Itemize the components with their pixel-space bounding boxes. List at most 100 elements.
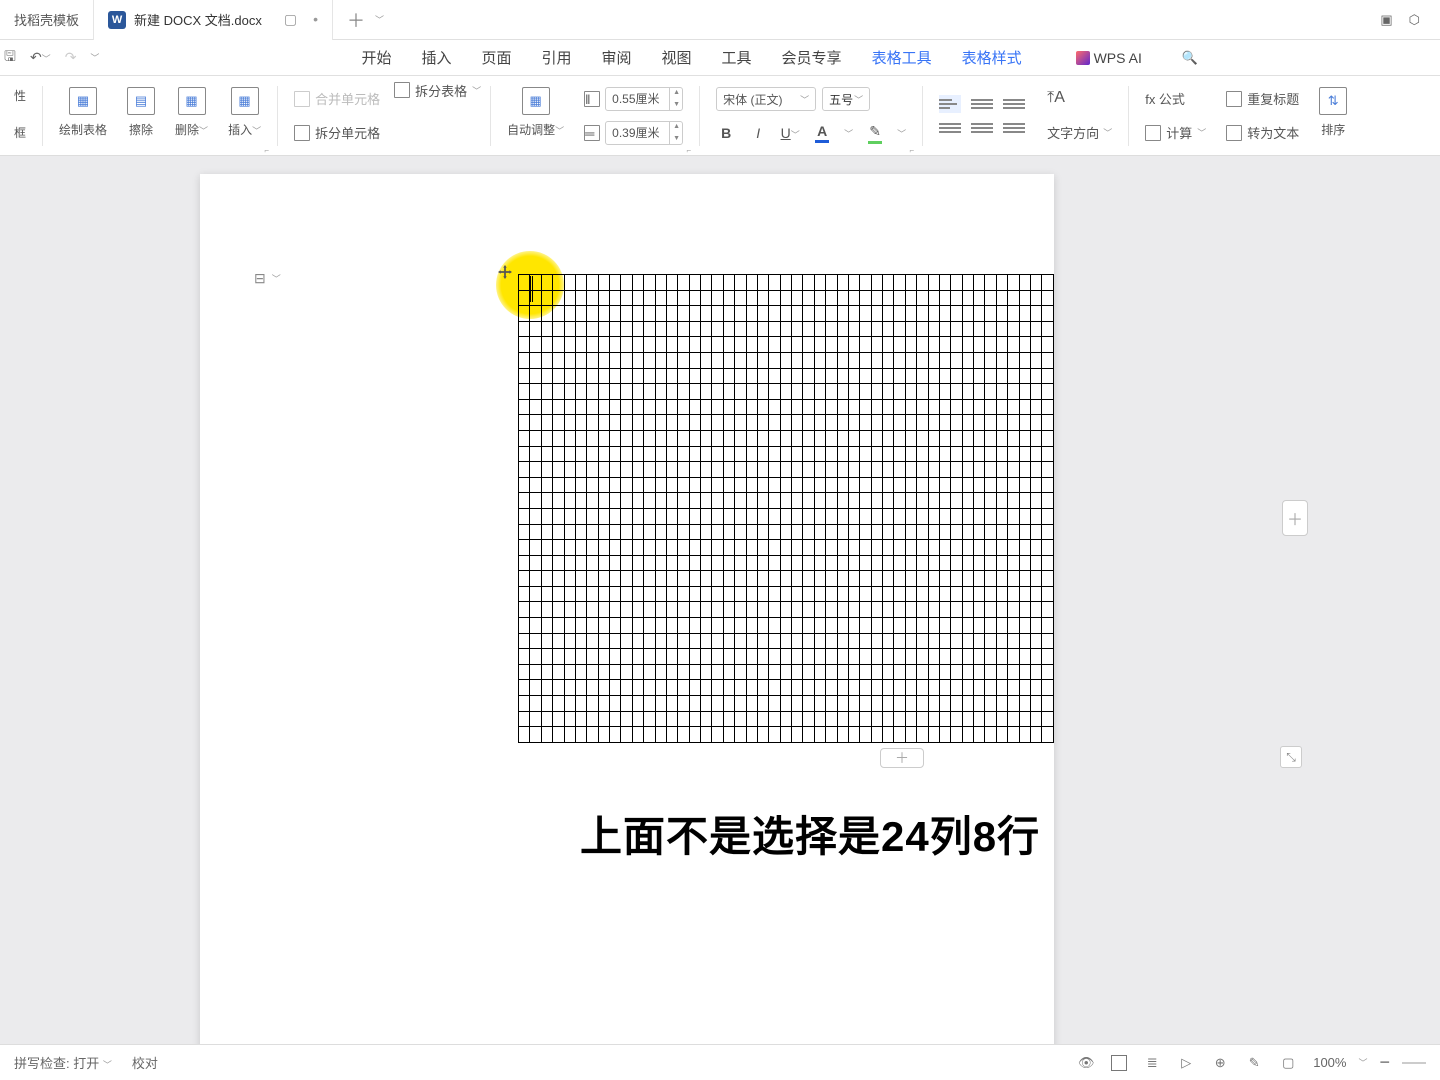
add-row-button[interactable]: ＋ xyxy=(880,748,924,768)
font-name-select[interactable]: 宋体 (正文)﹀ xyxy=(716,87,816,111)
sort-button[interactable]: ⇅ 排序 xyxy=(1309,81,1357,151)
table-resize-handle[interactable]: ⤡ xyxy=(1280,746,1302,768)
dimensions-group: ‖ 0.55厘米 ▲▼ ═ 0.39厘米 ▲▼ ⌐ xyxy=(574,81,693,151)
font-color-button[interactable]: A xyxy=(812,123,832,143)
web-view-icon[interactable]: ⊕ xyxy=(1211,1054,1229,1072)
redo-icon[interactable]: ↷ xyxy=(65,49,77,66)
tab-close-icon[interactable]: • xyxy=(313,11,318,28)
tab-templates[interactable]: 找稻壳模板 xyxy=(0,0,94,40)
align-top-center[interactable] xyxy=(971,95,993,113)
change-direction-button[interactable]: ⤒A xyxy=(1047,89,1065,107)
tab-readonly-icon[interactable]: ▢ xyxy=(284,11,297,28)
split-table-button[interactable]: 拆分表格﹀ xyxy=(394,81,481,100)
document-page[interactable]: ＋ ＋ ⤡ 上面不是选择是24列8行 xyxy=(200,174,1054,1054)
page-view-icon[interactable] xyxy=(1111,1055,1127,1071)
formula-label: fx 公式 xyxy=(1145,89,1185,108)
formula-button[interactable]: fx 公式 xyxy=(1145,89,1185,108)
zoom-chevron-icon[interactable]: ﹀ xyxy=(1358,1056,1367,1069)
text-direction-button[interactable]: 文字方向﹀ xyxy=(1047,123,1112,142)
menu-insert[interactable]: 插入 xyxy=(421,47,451,68)
eye-icon[interactable]: 👁 xyxy=(1077,1054,1095,1072)
search-icon[interactable]: 🔍 xyxy=(1182,50,1198,66)
width-down-icon[interactable]: ▼ xyxy=(669,133,683,145)
wps-ai-button[interactable]: WPS AI xyxy=(1076,50,1142,66)
qat-more-icon[interactable]: ﹀ xyxy=(90,51,99,64)
quick-access-toolbar: 🖫 ↶﹀ ↷ ﹀ 开始 插入 页面 引用 审阅 视图 工具 会员专享 表格工具 … xyxy=(0,40,1440,76)
height-down-icon[interactable]: ▼ xyxy=(669,99,683,111)
erase-button[interactable]: ▤ 擦除 xyxy=(117,81,165,151)
fit-view-icon[interactable]: ▢ xyxy=(1279,1054,1297,1072)
align-mid-center[interactable] xyxy=(971,119,993,137)
tab-document-label: 新建 DOCX 文档.docx xyxy=(134,10,262,29)
insert-button[interactable]: ▦ 插入﹀ ⌐ xyxy=(218,81,271,151)
undo-icon[interactable]: ↶﹀ xyxy=(30,49,51,66)
autofit-button[interactable]: ▦ 自动调整﹀ xyxy=(497,81,574,151)
word-doc-icon: W xyxy=(108,11,126,29)
font-group: 宋体 (正文)﹀ 五号﹀ B I U﹀ A ﹀ ✎ ﹀ ⌐ xyxy=(706,81,916,151)
spellcheck-status[interactable]: 拼写检查: 打开 ﹀ xyxy=(14,1053,112,1072)
zoom-slider[interactable] xyxy=(1402,1062,1426,1064)
apps-icon[interactable]: ⬡ xyxy=(1409,12,1420,28)
properties-group[interactable]: 性 框 xyxy=(4,81,36,151)
tab-document[interactable]: W 新建 DOCX 文档.docx ▢ • xyxy=(94,0,333,40)
add-column-button[interactable]: ＋ xyxy=(1282,500,1308,536)
menu-start[interactable]: 开始 xyxy=(361,47,391,68)
merge-cells-label: 合并单元格 xyxy=(315,89,380,108)
menu-table-style[interactable]: 表格样式 xyxy=(962,47,1022,68)
sort-label: 排序 xyxy=(1321,121,1345,138)
highlight-chevron-icon[interactable]: ﹀ xyxy=(897,127,906,140)
align-mid-right[interactable] xyxy=(1003,119,1025,137)
menu-review[interactable]: 审阅 xyxy=(602,47,632,68)
frame-label: 框 xyxy=(14,124,26,141)
menu-page[interactable]: 页面 xyxy=(481,47,511,68)
height-up-icon[interactable]: ▲ xyxy=(669,87,683,99)
draw-table-button[interactable]: ▦ 绘制表格 xyxy=(49,81,117,151)
add-tab-chevron-icon[interactable]: ﹀ xyxy=(375,13,384,26)
menu-view[interactable]: 视图 xyxy=(662,47,692,68)
save-icon[interactable]: 🖫 xyxy=(4,46,16,70)
insert-icon: ▦ xyxy=(231,87,259,115)
menu-bar: 开始 插入 页面 引用 审阅 视图 工具 会员专享 表格工具 表格样式 WPS … xyxy=(361,47,1198,68)
edit-mode-icon[interactable]: ✎ xyxy=(1245,1054,1263,1072)
underline-button[interactable]: U﹀ xyxy=(780,125,800,141)
panel-icon[interactable]: ▣ xyxy=(1380,12,1392,28)
add-tab-icon[interactable]: ＋ xyxy=(347,7,365,33)
table-options-icon: ⊟ xyxy=(254,270,266,287)
document-table[interactable] xyxy=(518,274,1054,743)
calc-button[interactable]: 计算﹀ xyxy=(1145,123,1206,142)
alignment-group xyxy=(929,81,1037,151)
delete-button[interactable]: ▦ 删除﹀ xyxy=(165,81,218,151)
reading-view-icon[interactable]: ▷ xyxy=(1177,1054,1195,1072)
highlight-color-indicator xyxy=(868,141,882,144)
split-table-label: 拆分表格 xyxy=(415,81,467,100)
bold-button[interactable]: B xyxy=(716,125,736,141)
expander-icon[interactable]: ⌐ xyxy=(686,146,691,155)
expander-icon[interactable]: ⌐ xyxy=(910,146,915,155)
menu-tools[interactable]: 工具 xyxy=(722,47,752,68)
to-text-button[interactable]: 转为文本 xyxy=(1226,123,1299,142)
separator xyxy=(277,86,278,146)
zoom-out-button[interactable]: − xyxy=(1379,1052,1390,1073)
repeat-header-button[interactable]: 重复标题 xyxy=(1226,89,1299,108)
menu-member[interactable]: 会员专享 xyxy=(782,47,842,68)
align-mid-left[interactable] xyxy=(939,119,961,137)
highlight-color-button[interactable]: ✎ xyxy=(865,123,885,144)
table-move-handle[interactable] xyxy=(496,263,514,281)
font-color-chevron-icon[interactable]: ﹀ xyxy=(844,127,853,140)
merge-cells-button: 合并单元格 xyxy=(294,89,380,108)
width-up-icon[interactable]: ▲ xyxy=(669,121,683,133)
split-cells-button[interactable]: 拆分单元格 xyxy=(294,123,380,142)
proofread-status[interactable]: 校对 xyxy=(132,1053,158,1072)
expander-icon[interactable]: ⌐ xyxy=(264,146,269,155)
zoom-value[interactable]: 100% xyxy=(1313,1055,1346,1070)
align-top-left[interactable] xyxy=(939,95,961,113)
menu-table-tools[interactable]: 表格工具 xyxy=(872,47,932,68)
erase-icon: ▤ xyxy=(127,87,155,115)
font-size-select[interactable]: 五号﹀ xyxy=(822,87,870,111)
align-top-right[interactable] xyxy=(1003,95,1025,113)
table-options-handle[interactable]: ⊟﹀ xyxy=(254,270,281,287)
italic-button[interactable]: I xyxy=(748,125,768,141)
menu-reference[interactable]: 引用 xyxy=(541,47,571,68)
repeat-header-icon xyxy=(1226,91,1242,107)
outline-view-icon[interactable]: ≣ xyxy=(1143,1054,1161,1072)
